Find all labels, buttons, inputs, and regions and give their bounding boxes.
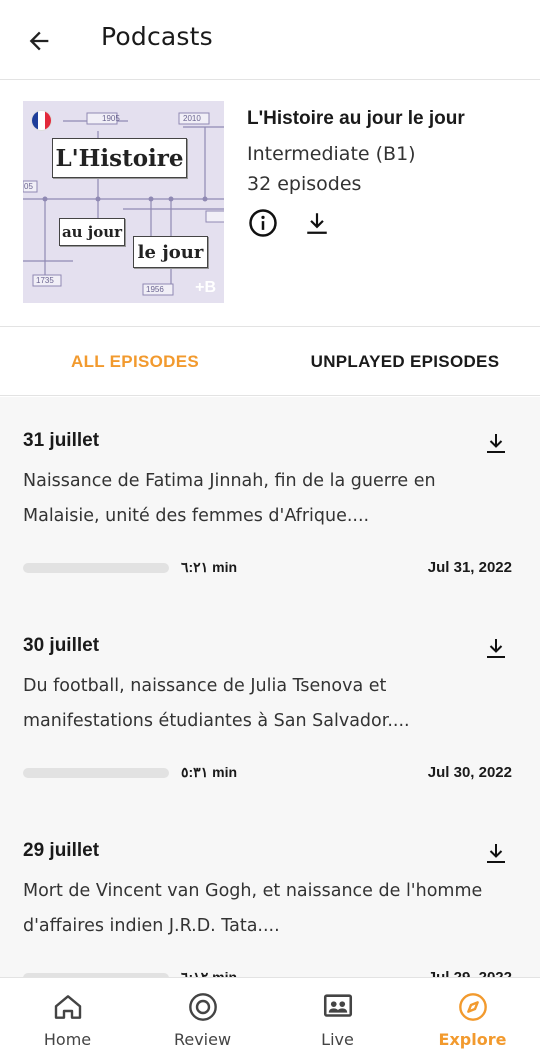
nav-label: Explore bbox=[438, 1030, 507, 1049]
info-button[interactable] bbox=[247, 207, 279, 239]
episode-date: Jul 29, 2022 bbox=[428, 969, 512, 977]
podcast-episode-count: 32 episodes bbox=[247, 173, 362, 195]
podcast-level: Intermediate (B1) bbox=[247, 143, 416, 165]
episode-progress-bar bbox=[23, 563, 169, 573]
arrow-left-icon bbox=[29, 31, 49, 51]
episode-download-button[interactable] bbox=[482, 839, 510, 867]
cover-title-label: L'Histoire bbox=[52, 138, 187, 178]
download-all-button[interactable] bbox=[301, 207, 333, 239]
back-button[interactable] bbox=[22, 24, 56, 58]
podcast-info: L'Histoire au jour le jour Intermediate … bbox=[247, 105, 527, 239]
episode-title: 30 juillet bbox=[23, 635, 100, 656]
brand-logo: +B bbox=[195, 279, 216, 296]
tab-all-episodes[interactable]: ALL EPISODES bbox=[0, 328, 270, 395]
year-label: 1735 bbox=[36, 276, 54, 285]
info-icon bbox=[249, 209, 277, 237]
episode-duration: ٦:٢١ min bbox=[181, 559, 238, 575]
app-bar: Podcasts bbox=[0, 0, 540, 80]
episode-date: Jul 31, 2022 bbox=[427, 559, 512, 576]
download-icon bbox=[487, 434, 505, 453]
tab-unplayed-episodes[interactable]: UNPLAYED EPISODES bbox=[270, 328, 540, 395]
episode-description: Du football, naissance de Julia Tsenova … bbox=[23, 676, 410, 731]
podcast-title: L'Histoire au jour le jour bbox=[247, 108, 465, 129]
live-class-icon bbox=[323, 994, 352, 1017]
nav-item-live[interactable]: Live bbox=[270, 978, 405, 1057]
page-title: Podcasts bbox=[101, 22, 213, 51]
episode-tabs: ALL EPISODES UNPLAYED EPISODES bbox=[0, 328, 540, 396]
nav-item-review[interactable]: Review bbox=[135, 978, 270, 1057]
target-icon bbox=[188, 993, 217, 1021]
year-label: 1905 bbox=[102, 114, 120, 123]
episode-title: 31 juillet bbox=[23, 430, 100, 451]
episode-item[interactable]: 29 juillet Mort de Vincent van Gogh, et … bbox=[0, 807, 540, 977]
episode-list: 31 juillet Naissance de Fatima Jinnah, f… bbox=[0, 397, 540, 977]
download-icon bbox=[487, 844, 505, 863]
episode-title: 29 juillet bbox=[23, 840, 100, 861]
cover-subtitle-label: au jour bbox=[59, 218, 125, 246]
episode-description: Naissance de Fatima Jinnah, fin de la gu… bbox=[23, 471, 436, 526]
year-label: 2010 bbox=[183, 114, 201, 123]
nav-label: Home bbox=[43, 1030, 92, 1049]
cover-subtitle-label: le jour bbox=[133, 236, 208, 268]
nav-item-home[interactable]: Home bbox=[0, 978, 135, 1057]
podcast-header: 1905 2010 05 1735 1956 L'Histoire au jou… bbox=[0, 81, 540, 327]
home-icon bbox=[54, 995, 81, 1019]
episode-item[interactable]: 31 juillet Naissance de Fatima Jinnah, f… bbox=[0, 397, 540, 602]
compass-icon bbox=[458, 993, 487, 1021]
french-flag-icon bbox=[31, 110, 52, 131]
nav-label: Review bbox=[173, 1030, 232, 1049]
podcast-cover-image[interactable]: 1905 2010 05 1735 1956 L'Histoire au jou… bbox=[23, 101, 224, 303]
episode-description: Mort de Vincent van Gogh, et naissance d… bbox=[23, 881, 483, 936]
year-label: 1956 bbox=[146, 285, 164, 294]
episode-duration: ٦:١٢ min bbox=[181, 969, 238, 977]
podcast-actions bbox=[247, 207, 527, 239]
episode-item[interactable]: 30 juillet Du football, naissance de Jul… bbox=[0, 602, 540, 807]
episode-duration: ٥:٣١ min bbox=[181, 764, 238, 780]
download-icon bbox=[487, 639, 505, 658]
year-label: 05 bbox=[24, 182, 33, 191]
bottom-navigation: Home Review Live Explore bbox=[0, 977, 540, 1057]
episode-download-button[interactable] bbox=[482, 634, 510, 662]
episode-date: Jul 30, 2022 bbox=[427, 764, 512, 781]
episode-progress-bar bbox=[23, 768, 169, 778]
nav-label: Live bbox=[321, 1030, 354, 1049]
download-icon bbox=[307, 213, 327, 234]
nav-item-explore[interactable]: Explore bbox=[405, 978, 540, 1057]
episode-download-button[interactable] bbox=[482, 429, 510, 457]
timeline-graphic: 1905 2010 05 1735 1956 bbox=[23, 112, 224, 296]
